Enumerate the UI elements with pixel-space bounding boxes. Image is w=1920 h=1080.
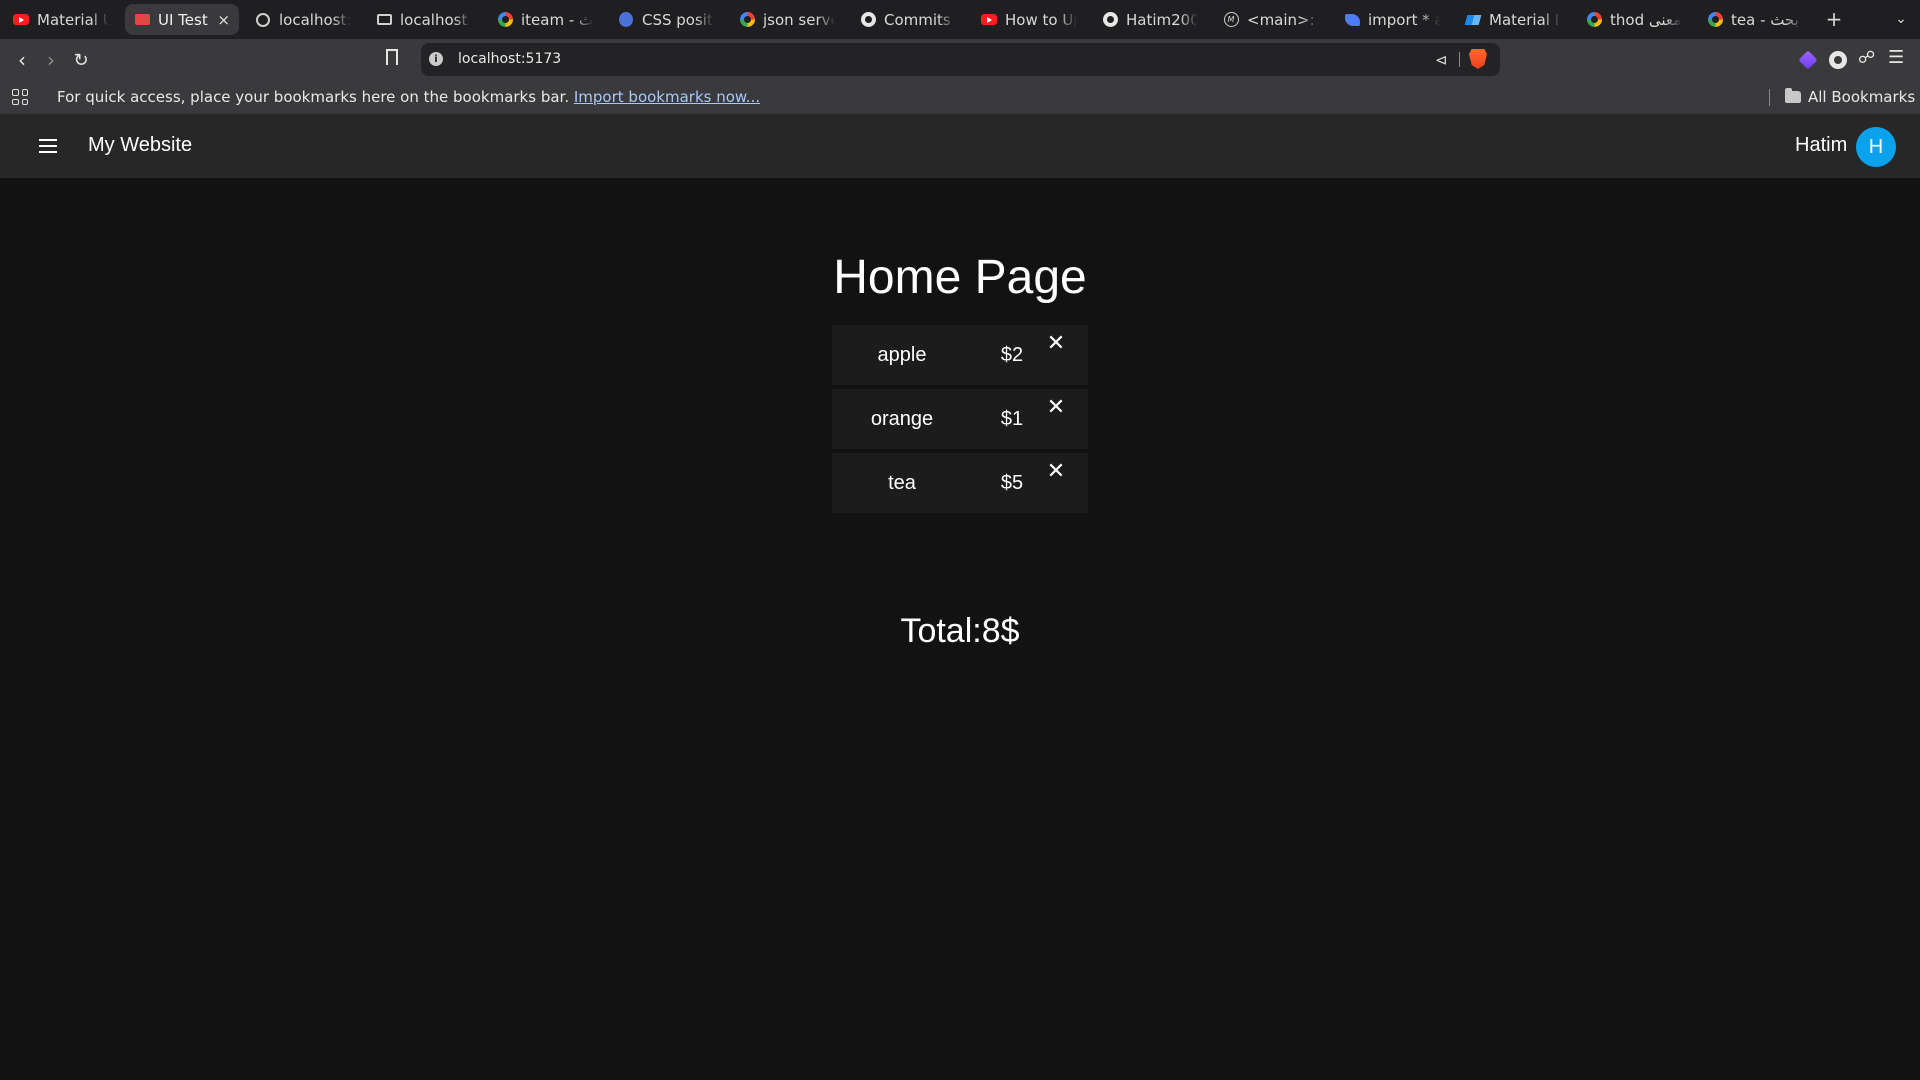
tab-label: Material Ic (1489, 10, 1561, 29)
page-title: Home Page (833, 251, 1087, 304)
list-item: apple $2 ✕ (832, 325, 1088, 385)
item-price: $5 (1000, 472, 1024, 494)
browser-tab[interactable]: json server (730, 4, 844, 35)
item-price: $2 (1000, 344, 1024, 366)
browser-tab[interactable]: How to Up (972, 4, 1086, 35)
bookmarks-hint: For quick access, place your bookmarks h… (57, 88, 570, 106)
m-icon: M (1223, 12, 1239, 28)
browser-tab[interactable]: import * as (1335, 4, 1449, 35)
tab-strip: Material UI UI Test × localhost:3 localh… (0, 0, 1920, 39)
tab-label: CSS positio (642, 10, 714, 29)
tab-label: localhost (400, 10, 468, 29)
item-list: apple $2 ✕ orange $1 ✕ tea $5 ✕ (832, 325, 1088, 517)
tab-label: Hatim200 (1126, 10, 1198, 29)
new-tab-button[interactable]: + (1822, 6, 1846, 32)
tab-label: Commits · (884, 10, 956, 29)
bookmarks-message: For quick access, place your bookmarks h… (57, 88, 760, 106)
item-name: apple (877, 344, 927, 366)
list-item: orange $1 ✕ (832, 389, 1088, 449)
tab-label: UI Test (158, 10, 208, 29)
menu-icon[interactable] (32, 134, 64, 158)
extensions-puzzle-icon[interactable]: ☍ (1858, 48, 1876, 68)
google-icon (1707, 12, 1723, 28)
browser-tab[interactable]: CSS positio (609, 4, 723, 35)
monitor-icon (134, 12, 150, 28)
forward-arrow-icon[interactable]: › (38, 47, 64, 73)
browser-tab[interactable]: Commits · (851, 4, 965, 35)
item-price: $1 (1000, 408, 1024, 430)
tab-label: thod معنى (1610, 10, 1682, 29)
tab-label: import * as (1368, 10, 1440, 29)
all-bookmarks-button[interactable]: All Bookmarks (1785, 88, 1915, 106)
browser-tab[interactable]: thod معنى (1577, 4, 1691, 35)
tab-label: json server (763, 10, 835, 29)
main-content: Home Page apple $2 ✕ orange $1 ✕ tea $5 … (0, 178, 1920, 1080)
tab-label: iteam - بحث (521, 10, 593, 29)
reload-icon[interactable]: ↻ (68, 47, 94, 73)
share-icon[interactable]: ⊲ (1435, 51, 1448, 69)
remove-item-icon[interactable]: ✕ (1044, 458, 1068, 483)
tab-label: <main>: Th (1247, 10, 1319, 29)
wallet-icon[interactable] (1829, 51, 1847, 69)
globe-icon (255, 12, 271, 28)
browser-tab[interactable]: Hatim200 (1093, 4, 1207, 35)
google-icon (497, 12, 513, 28)
browser-tab[interactable]: localhost (367, 4, 481, 35)
google-icon (1586, 12, 1602, 28)
bookmark-icon[interactable] (386, 49, 398, 67)
brave-shields-icon[interactable] (1469, 49, 1487, 69)
browser-tab[interactable]: Material UI (4, 4, 118, 35)
shield-icon (618, 12, 634, 28)
google-icon (739, 12, 755, 28)
import-icon (1344, 12, 1360, 28)
user-name: Hatim (1795, 134, 1848, 156)
monitor-icon (376, 12, 392, 28)
site-info-icon[interactable]: i (429, 52, 443, 66)
back-arrow-icon[interactable]: ‹ (9, 47, 35, 73)
tab-label: localhost:3 (279, 10, 351, 29)
url-text[interactable]: localhost:5173 (458, 51, 561, 67)
tab-label: How to Up (1005, 10, 1077, 29)
divider (1459, 52, 1460, 67)
mui-icon (1464, 12, 1482, 28)
github-icon (1102, 12, 1118, 28)
remove-item-icon[interactable]: ✕ (1044, 394, 1068, 419)
apps-grid-icon[interactable] (12, 89, 28, 105)
avatar[interactable]: H (1856, 127, 1896, 167)
github-icon (860, 12, 876, 28)
tab-label: Material UI (37, 10, 109, 29)
browser-tab[interactable]: M <main>: Th (1214, 4, 1328, 35)
tab-label: tea - بحث (1731, 10, 1799, 29)
site-title: My Website (88, 134, 193, 156)
chevron-down-icon[interactable]: ⌄ (1890, 8, 1912, 30)
close-tab-icon[interactable]: × (217, 11, 230, 29)
hamburger-menu-icon[interactable]: ☰ (1888, 47, 1906, 68)
address-bar[interactable]: i localhost:5173 ⊲ (421, 43, 1500, 76)
import-bookmarks-link[interactable]: Import bookmarks now... (574, 88, 760, 106)
browser-tab[interactable]: iteam - بحث (488, 4, 602, 35)
total-label: Total:8$ (900, 612, 1020, 650)
all-bookmarks-label: All Bookmarks (1808, 88, 1916, 106)
app-bar: My Website Hatim H (0, 114, 1920, 178)
item-name: orange (870, 408, 934, 430)
divider (1769, 89, 1770, 106)
list-item: tea $5 ✕ (832, 453, 1088, 513)
browser-toolbar: ‹ › ↻ i localhost:5173 ⊲ ☍ ☰ (0, 39, 1920, 80)
remove-item-icon[interactable]: ✕ (1044, 330, 1068, 355)
leo-ai-icon[interactable] (1798, 50, 1818, 70)
youtube-icon (981, 12, 997, 28)
browser-tab[interactable]: tea - بحث (1698, 4, 1812, 35)
browser-tab-active[interactable]: UI Test × (125, 4, 239, 35)
folder-icon (1785, 88, 1801, 103)
bookmarks-bar: For quick access, place your bookmarks h… (0, 80, 1920, 114)
browser-tab[interactable]: localhost:3 (246, 4, 360, 35)
item-name: tea (888, 472, 916, 494)
browser-tab[interactable]: Material Ic (1456, 4, 1570, 35)
youtube-icon (13, 12, 29, 28)
